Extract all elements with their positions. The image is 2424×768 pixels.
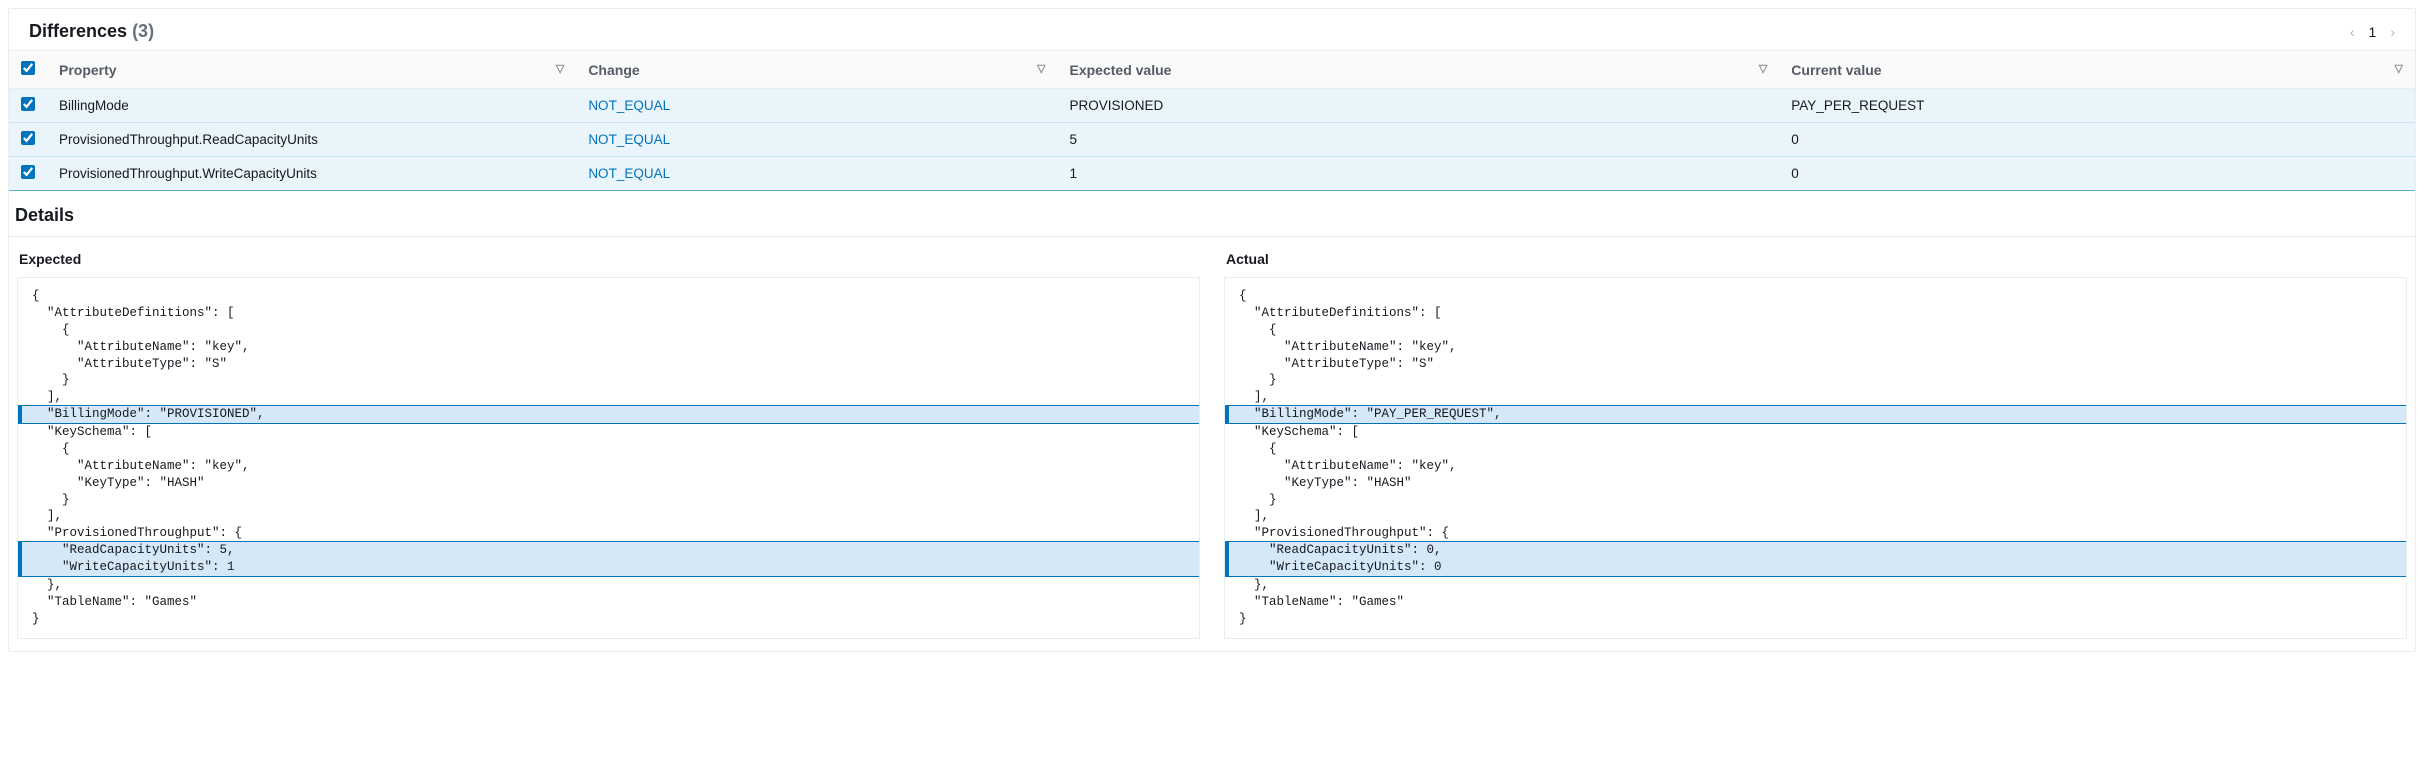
code-line: }	[1225, 611, 2406, 628]
differences-title: Differences (3)	[29, 21, 154, 42]
code-line: "KeySchema": [	[18, 424, 1199, 441]
code-line: "AttributeName": "key",	[18, 458, 1199, 475]
code-line: ],	[1225, 389, 2406, 406]
sort-icon: ▽	[556, 62, 564, 75]
cell-expected: 5	[1058, 123, 1780, 157]
cell-property: BillingMode	[47, 89, 576, 123]
select-all-header[interactable]	[9, 51, 47, 89]
cell-change[interactable]: NOT_EQUAL	[576, 157, 1057, 191]
expected-column: Expected { "AttributeDefinitions": [ { "…	[17, 237, 1200, 639]
code-line: ],	[1225, 508, 2406, 525]
code-line: "TableName": "Games"	[18, 594, 1199, 611]
expected-code: { "AttributeDefinitions": [ { "Attribute…	[17, 277, 1200, 639]
cell-expected: 1	[1058, 157, 1780, 191]
code-line: "KeyType": "HASH"	[18, 475, 1199, 492]
code-line: }	[18, 611, 1199, 628]
pager-page-number: 1	[2369, 24, 2377, 40]
code-line: "AttributeDefinitions": [	[18, 305, 1199, 322]
code-line: {	[1225, 288, 2406, 305]
code-line: "KeyType": "HASH"	[1225, 475, 2406, 492]
code-line: },	[18, 577, 1199, 594]
sort-icon: ▽	[1037, 62, 1045, 75]
code-line-highlight: "WriteCapacityUnits": 1	[18, 559, 1199, 577]
code-line: ],	[18, 389, 1199, 406]
sort-icon: ▽	[1759, 62, 1767, 75]
differences-count: (3)	[132, 21, 154, 41]
pager-prev-icon[interactable]: ‹	[2350, 24, 2355, 40]
col-property-label: Property	[59, 62, 117, 78]
code-line-highlight: "WriteCapacityUnits": 0	[1225, 559, 2406, 577]
differences-header: Differences (3) ‹ 1 ›	[9, 9, 2415, 50]
row-checkbox[interactable]	[21, 97, 35, 111]
code-line: }	[1225, 492, 2406, 509]
col-expected-label: Expected value	[1070, 62, 1172, 78]
code-line: "AttributeName": "key",	[18, 339, 1199, 356]
cell-change[interactable]: NOT_EQUAL	[576, 123, 1057, 157]
select-all-checkbox[interactable]	[21, 61, 35, 75]
col-expected[interactable]: Expected value ▽	[1058, 51, 1780, 89]
code-line: {	[1225, 441, 2406, 458]
code-line: {	[18, 441, 1199, 458]
code-line: }	[1225, 372, 2406, 389]
actual-code: { "AttributeDefinitions": [ { "Attribute…	[1224, 277, 2407, 639]
code-line: {	[18, 322, 1199, 339]
cell-change[interactable]: NOT_EQUAL	[576, 89, 1057, 123]
code-line-highlight: "ReadCapacityUnits": 5,	[18, 541, 1199, 560]
code-line: {	[1225, 322, 2406, 339]
col-property[interactable]: Property ▽	[47, 51, 576, 89]
code-line: }	[18, 492, 1199, 509]
pager: ‹ 1 ›	[2350, 24, 2395, 40]
cell-property: ProvisionedThroughput.ReadCapacityUnits	[47, 123, 576, 157]
cell-expected: PROVISIONED	[1058, 89, 1780, 123]
code-line-highlight: "ReadCapacityUnits": 0,	[1225, 541, 2406, 560]
expected-label: Expected	[17, 237, 1200, 277]
differences-title-text: Differences	[29, 21, 127, 41]
cell-current: PAY_PER_REQUEST	[1779, 89, 2415, 123]
differences-table: Property ▽ Change ▽ Expected value ▽ Cur…	[9, 50, 2415, 191]
col-current-label: Current value	[1791, 62, 1881, 78]
code-line: {	[18, 288, 1199, 305]
code-line-highlight: "BillingMode": "PAY_PER_REQUEST",	[1225, 405, 2406, 424]
actual-label: Actual	[1224, 237, 2407, 277]
col-current[interactable]: Current value ▽	[1779, 51, 2415, 89]
actual-column: Actual { "AttributeDefinitions": [ { "At…	[1224, 237, 2407, 639]
col-change[interactable]: Change ▽	[576, 51, 1057, 89]
details-body: Expected { "AttributeDefinitions": [ { "…	[9, 236, 2415, 651]
code-line: },	[1225, 577, 2406, 594]
code-line: }	[18, 372, 1199, 389]
table-row[interactable]: BillingModeNOT_EQUALPROVISIONEDPAY_PER_R…	[9, 89, 2415, 123]
row-checkbox[interactable]	[21, 131, 35, 145]
cell-property: ProvisionedThroughput.WriteCapacityUnits	[47, 157, 576, 191]
pager-next-icon[interactable]: ›	[2390, 24, 2395, 40]
details-title: Details	[9, 191, 2415, 236]
code-line: "AttributeName": "key",	[1225, 339, 2406, 356]
code-line: "KeySchema": [	[1225, 424, 2406, 441]
code-line: "ProvisionedThroughput": {	[18, 525, 1199, 542]
cell-current: 0	[1779, 157, 2415, 191]
col-change-label: Change	[588, 62, 639, 78]
code-line-highlight: "BillingMode": "PROVISIONED",	[18, 405, 1199, 424]
differences-panel: Differences (3) ‹ 1 › Property ▽	[8, 8, 2416, 652]
code-line: "AttributeName": "key",	[1225, 458, 2406, 475]
row-checkbox[interactable]	[21, 165, 35, 179]
sort-icon: ▽	[2395, 62, 2403, 75]
code-line: ],	[18, 508, 1199, 525]
code-line: "TableName": "Games"	[1225, 594, 2406, 611]
cell-current: 0	[1779, 123, 2415, 157]
code-line: "ProvisionedThroughput": {	[1225, 525, 2406, 542]
code-line: "AttributeDefinitions": [	[1225, 305, 2406, 322]
code-line: "AttributeType": "S"	[18, 356, 1199, 373]
table-row[interactable]: ProvisionedThroughput.ReadCapacityUnitsN…	[9, 123, 2415, 157]
code-line: "AttributeType": "S"	[1225, 356, 2406, 373]
table-row[interactable]: ProvisionedThroughput.WriteCapacityUnits…	[9, 157, 2415, 191]
